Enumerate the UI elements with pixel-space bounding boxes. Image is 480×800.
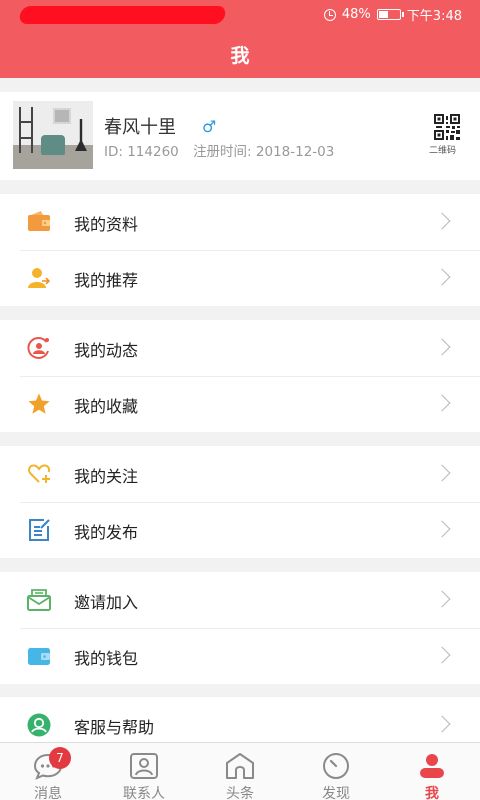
qr-label[interactable]: 二维码 bbox=[429, 143, 456, 156]
tab-label: 发现 bbox=[322, 786, 350, 800]
chevron-right-icon bbox=[433, 338, 451, 356]
menu-item-my-favorites[interactable]: 我的收藏 bbox=[0, 376, 480, 432]
user-share-icon bbox=[28, 268, 51, 288]
menu-group-profile: 我的资料 我的推荐 bbox=[0, 194, 480, 306]
battery-percent: 48% bbox=[341, 7, 371, 22]
battery-icon bbox=[376, 9, 404, 20]
customer-service-icon bbox=[27, 713, 51, 737]
tab-label: 头条 bbox=[226, 786, 254, 800]
register-date: 注册时间: 2018-12-03 bbox=[193, 144, 335, 160]
tab-discover[interactable]: 发现 bbox=[288, 743, 384, 800]
wallet-card-icon bbox=[28, 211, 50, 231]
tab-label: 消息 bbox=[34, 786, 62, 800]
tab-label: 我 bbox=[425, 786, 439, 800]
menu-item-label: 我的推荐 bbox=[74, 271, 139, 290]
tab-messages[interactable]: 7 消息 bbox=[0, 743, 96, 800]
tab-headlines[interactable]: 头条 bbox=[192, 743, 288, 800]
menu-group-follow: 我的关注 我的发布 bbox=[0, 446, 480, 558]
tab-me[interactable]: 我 bbox=[384, 743, 480, 800]
person-icon bbox=[420, 754, 444, 778]
chevron-right-icon bbox=[433, 268, 451, 286]
bottom-tab-bar: 7 消息 联系人 头条 发现 我 bbox=[0, 742, 480, 800]
user-id: ID: 114260 bbox=[104, 144, 179, 160]
menu-item-label: 我的收藏 bbox=[74, 397, 139, 416]
chevron-right-icon bbox=[433, 212, 451, 230]
menu-item-invite[interactable]: 邀请加入 bbox=[0, 572, 480, 628]
menu-item-my-recommend[interactable]: 我的推荐 bbox=[0, 250, 480, 306]
menu-item-my-profile[interactable]: 我的资料 bbox=[0, 194, 480, 250]
menu-item-label: 客服与帮助 bbox=[74, 718, 155, 737]
male-icon: ♂ bbox=[202, 117, 217, 136]
page-title: 我 bbox=[230, 45, 250, 67]
activity-icon bbox=[27, 336, 49, 359]
status-indicators: 48% 下午3:48 bbox=[323, 5, 462, 24]
alarm-icon bbox=[323, 8, 336, 21]
menu-item-label: 邀请加入 bbox=[74, 593, 139, 612]
chevron-right-icon bbox=[433, 464, 451, 482]
contacts-icon bbox=[130, 753, 158, 779]
menu-group-activity: 我的动态 我的收藏 bbox=[0, 320, 480, 432]
star-icon bbox=[28, 393, 50, 414]
user-meta: ID: 114260 注册时间: 2018-12-03 bbox=[104, 140, 344, 160]
chevron-right-icon bbox=[433, 520, 451, 538]
chevron-right-icon bbox=[433, 590, 451, 608]
heart-plus-icon bbox=[28, 464, 50, 483]
menu-item-label: 我的钱包 bbox=[74, 649, 139, 668]
tab-label: 联系人 bbox=[123, 786, 165, 800]
wallet-icon bbox=[28, 648, 50, 665]
chevron-right-icon bbox=[433, 715, 451, 733]
nickname: 春风十里 bbox=[104, 117, 176, 138]
menu-item-my-activity[interactable]: 我的动态 bbox=[0, 320, 480, 376]
menu-item-my-posts[interactable]: 我的发布 bbox=[0, 502, 480, 558]
home-icon bbox=[226, 753, 254, 779]
menu-item-label: 我的资料 bbox=[74, 215, 139, 234]
status-bar: 48% 下午3:48 bbox=[0, 0, 480, 28]
chevron-right-icon bbox=[433, 394, 451, 412]
menu-item-my-wallet[interactable]: 我的钱包 bbox=[0, 628, 480, 684]
profile-card[interactable]: 春风十里 ♂ ID: 114260 注册时间: 2018-12-03 二维码 bbox=[0, 92, 480, 180]
compass-icon bbox=[323, 753, 349, 779]
avatar[interactable] bbox=[13, 101, 93, 169]
edit-icon bbox=[29, 519, 50, 541]
unread-badge: 7 bbox=[49, 747, 71, 769]
menu-item-label: 我的关注 bbox=[74, 467, 139, 486]
menu-item-my-follows[interactable]: 我的关注 bbox=[0, 446, 480, 502]
qr-code-icon[interactable] bbox=[434, 114, 460, 140]
chevron-right-icon bbox=[433, 646, 451, 664]
top-header: 48% 下午3:48 我 bbox=[0, 0, 480, 78]
clock: 下午3:48 bbox=[406, 9, 462, 24]
menu-item-label: 我的动态 bbox=[74, 341, 139, 360]
invite-mail-icon bbox=[27, 589, 51, 611]
redacted-carrier bbox=[18, 6, 227, 24]
menu-item-label: 我的发布 bbox=[74, 523, 139, 542]
menu-group-invite: 邀请加入 我的钱包 bbox=[0, 572, 480, 684]
tab-contacts[interactable]: 联系人 bbox=[96, 743, 192, 800]
